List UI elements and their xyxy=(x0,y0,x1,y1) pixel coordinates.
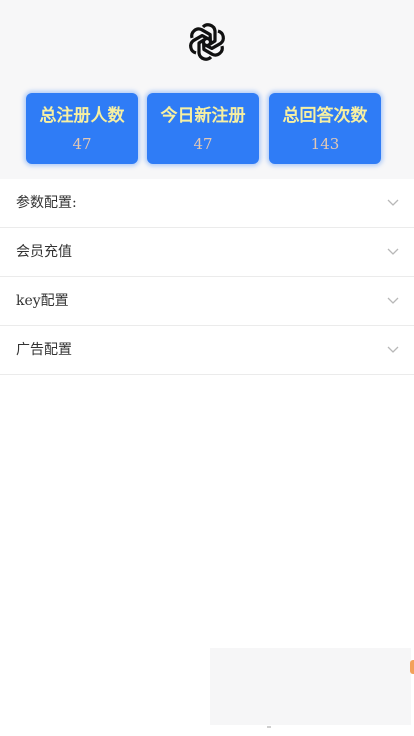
divider-mark xyxy=(267,726,271,728)
stat-label: 总注册人数 xyxy=(39,106,125,126)
chevron-down-icon xyxy=(387,248,399,255)
config-collapse-list: 参数配置: 会员充值 key配置 广告配置 xyxy=(0,179,414,375)
collapse-item-membership-recharge[interactable]: 会员充值 xyxy=(0,228,414,277)
collapse-item-label: 参数配置: xyxy=(16,195,77,211)
floating-handle[interactable] xyxy=(410,660,414,674)
stat-label: 今日新注册 xyxy=(160,106,246,126)
stat-card-today-registrations: 今日新注册 47 xyxy=(147,93,259,164)
stat-card-total-answers: 总回答次数 143 xyxy=(269,93,381,164)
chevron-down-icon xyxy=(387,346,399,353)
stat-value: 47 xyxy=(72,135,92,153)
stat-label: 总回答次数 xyxy=(282,106,368,126)
stat-card-total-registrations: 总注册人数 47 xyxy=(26,93,138,164)
collapse-item-ad-config[interactable]: 广告配置 xyxy=(0,326,414,375)
stats-header: 总注册人数 47 今日新注册 47 总回答次数 143 xyxy=(0,0,414,181)
floating-panel xyxy=(210,648,411,725)
stat-value: 143 xyxy=(310,135,340,153)
collapse-item-key-config[interactable]: key配置 xyxy=(0,277,414,326)
chevron-down-icon xyxy=(387,199,399,206)
collapse-item-params[interactable]: 参数配置: xyxy=(0,179,414,228)
openai-logo-icon xyxy=(189,23,225,61)
stat-value: 47 xyxy=(193,135,213,153)
collapse-item-label: key配置 xyxy=(16,293,69,309)
collapse-item-label: 会员充值 xyxy=(16,244,72,260)
chevron-down-icon xyxy=(387,297,399,304)
admin-dashboard: 总注册人数 47 今日新注册 47 总回答次数 143 参数配置: 会员充值 k… xyxy=(0,0,414,736)
collapse-item-label: 广告配置 xyxy=(16,342,72,358)
